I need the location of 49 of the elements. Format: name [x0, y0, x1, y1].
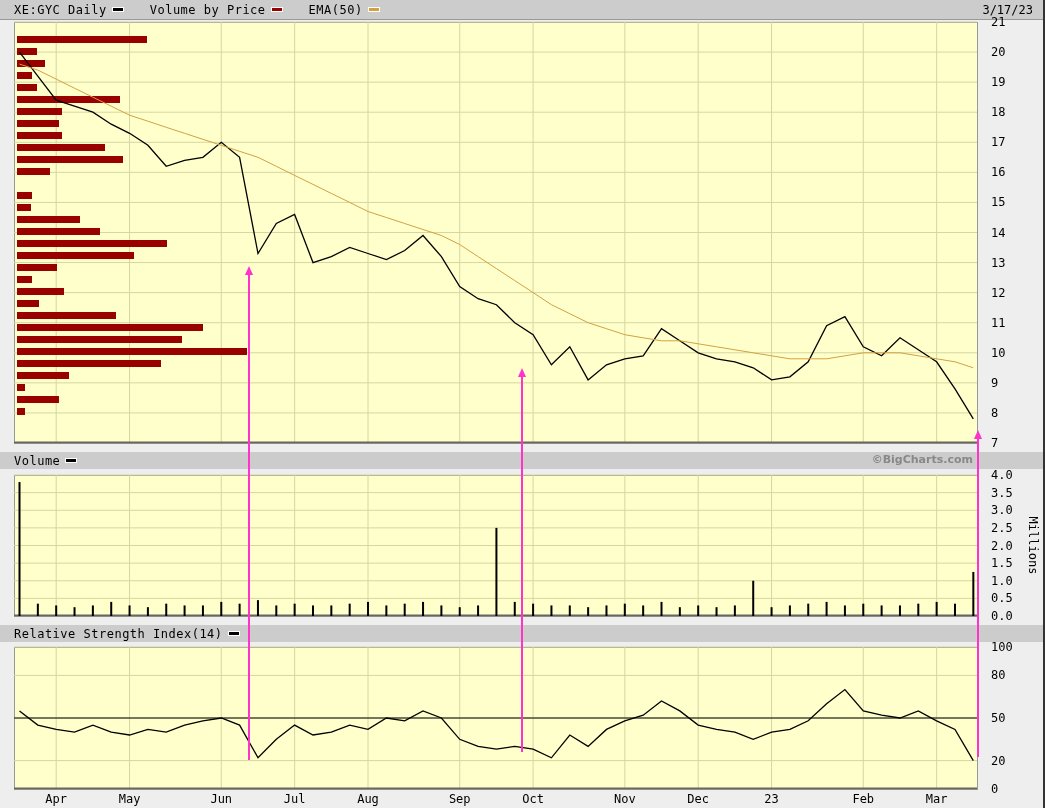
- axis-label: Apr: [45, 792, 68, 806]
- axis-label: 10: [991, 345, 1006, 360]
- axis-label: 80: [991, 668, 1006, 683]
- axis-label: 4.0: [991, 468, 1013, 482]
- axis-label: 20: [991, 45, 1006, 60]
- axis-label: 12: [991, 285, 1006, 300]
- axis-label: May: [118, 792, 141, 806]
- axis-label: Dec: [687, 792, 710, 806]
- axis-label: Jun: [210, 792, 233, 806]
- axis-label: 3.0: [991, 503, 1013, 518]
- axis-label: 9: [991, 375, 999, 390]
- axis-label: Aug: [357, 792, 379, 806]
- axis-label: 50: [991, 711, 1006, 725]
- credit-text: ©BigCharts.com: [871, 452, 973, 469]
- axis-label: 2.5: [991, 520, 1013, 535]
- axis-label: 0: [991, 782, 999, 796]
- legend-label: EMA(50): [308, 1, 363, 19]
- axis-label: 23: [764, 792, 779, 806]
- axis-label: 15: [991, 195, 1006, 210]
- axis-label: 0.0: [991, 609, 1013, 623]
- axis-label: Jul: [283, 792, 306, 806]
- axis-label: 20: [991, 753, 1006, 768]
- axis-label: 14: [991, 225, 1006, 240]
- axis-label: 13: [991, 255, 1006, 270]
- axis-label: 18: [991, 105, 1006, 120]
- axis-label: 17: [991, 135, 1006, 150]
- axis-label: 11: [991, 315, 1006, 330]
- legend-label: Relative Strength Index(14): [14, 625, 223, 643]
- legend-label: Volume by Price: [149, 1, 266, 19]
- axis-label: 16: [991, 165, 1006, 180]
- axis-title: Millions: [1026, 516, 1040, 575]
- axis-label: Sep: [448, 792, 471, 806]
- axis-label: 2.0: [991, 538, 1013, 553]
- chart-date: 3/17/23: [982, 1, 1033, 17]
- axis-label: Mar: [925, 792, 948, 806]
- axis-label: 3.5: [991, 485, 1013, 500]
- axis-label: Nov: [613, 792, 636, 806]
- axis-label: 1.0: [991, 573, 1013, 588]
- axis-label: 0.5: [991, 591, 1013, 606]
- legend-label: Volume: [14, 452, 61, 470]
- axis-label: 21: [991, 15, 1006, 29]
- axis-label: Feb: [852, 792, 875, 806]
- axis-label: 8: [991, 405, 999, 420]
- legend-label: XE:GYC Daily: [14, 1, 107, 19]
- axis-label: 19: [991, 75, 1006, 90]
- axis-label: 100: [991, 640, 1013, 654]
- axis-label: Oct: [522, 792, 544, 806]
- axis-label: 7: [991, 436, 999, 450]
- axis-label: 1.5: [991, 556, 1013, 571]
